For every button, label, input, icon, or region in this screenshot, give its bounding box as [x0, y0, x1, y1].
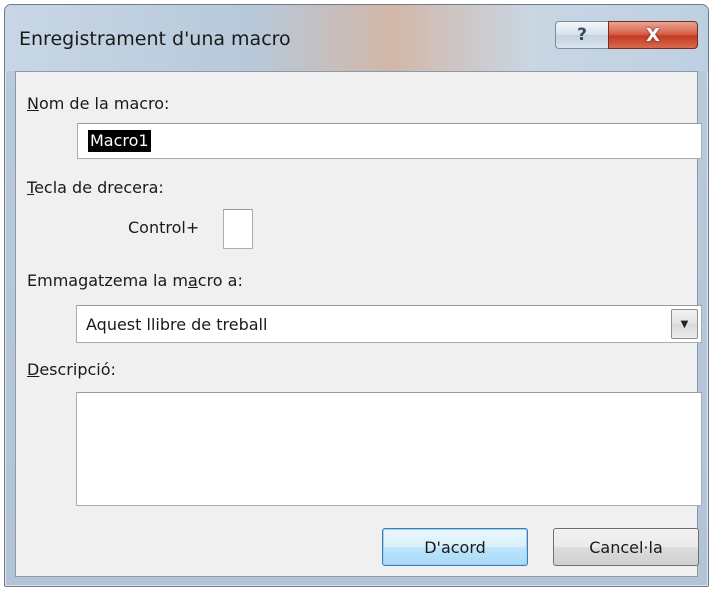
- shortcut-label: Tecla de drecera:: [27, 178, 164, 197]
- ok-button[interactable]: D'acord: [382, 528, 528, 566]
- window-title: Enregistrament d'una macro: [19, 28, 291, 50]
- description-textarea[interactable]: [76, 392, 702, 506]
- store-macro-label: Emmagatzema la macro a:: [27, 271, 243, 290]
- help-button[interactable]: ?: [555, 21, 609, 49]
- macro-name-value: Macro1: [88, 130, 151, 152]
- cancel-button[interactable]: Cancel·la: [553, 528, 699, 566]
- store-macro-select[interactable]: Aquest llibre de treball ▼: [76, 305, 702, 343]
- macro-name-input[interactable]: Macro1: [77, 123, 702, 159]
- title-bar[interactable]: Enregistrament d'una macro ? X: [5, 5, 708, 71]
- dialog-body: Nom de la macro: Macro1 Tecla de drecera…: [15, 71, 702, 577]
- close-button[interactable]: X: [608, 21, 698, 49]
- store-macro-value: Aquest llibre de treball: [86, 315, 268, 334]
- macro-name-label: Nom de la macro:: [27, 94, 170, 113]
- macro-dialog: Enregistrament d'una macro ? X Nom de la…: [4, 4, 709, 587]
- description-label: Descripció:: [27, 360, 116, 379]
- chevron-down-icon[interactable]: ▼: [671, 309, 698, 339]
- shortcut-key-input[interactable]: [223, 209, 253, 249]
- shortcut-modifier-label: Control+: [128, 218, 200, 237]
